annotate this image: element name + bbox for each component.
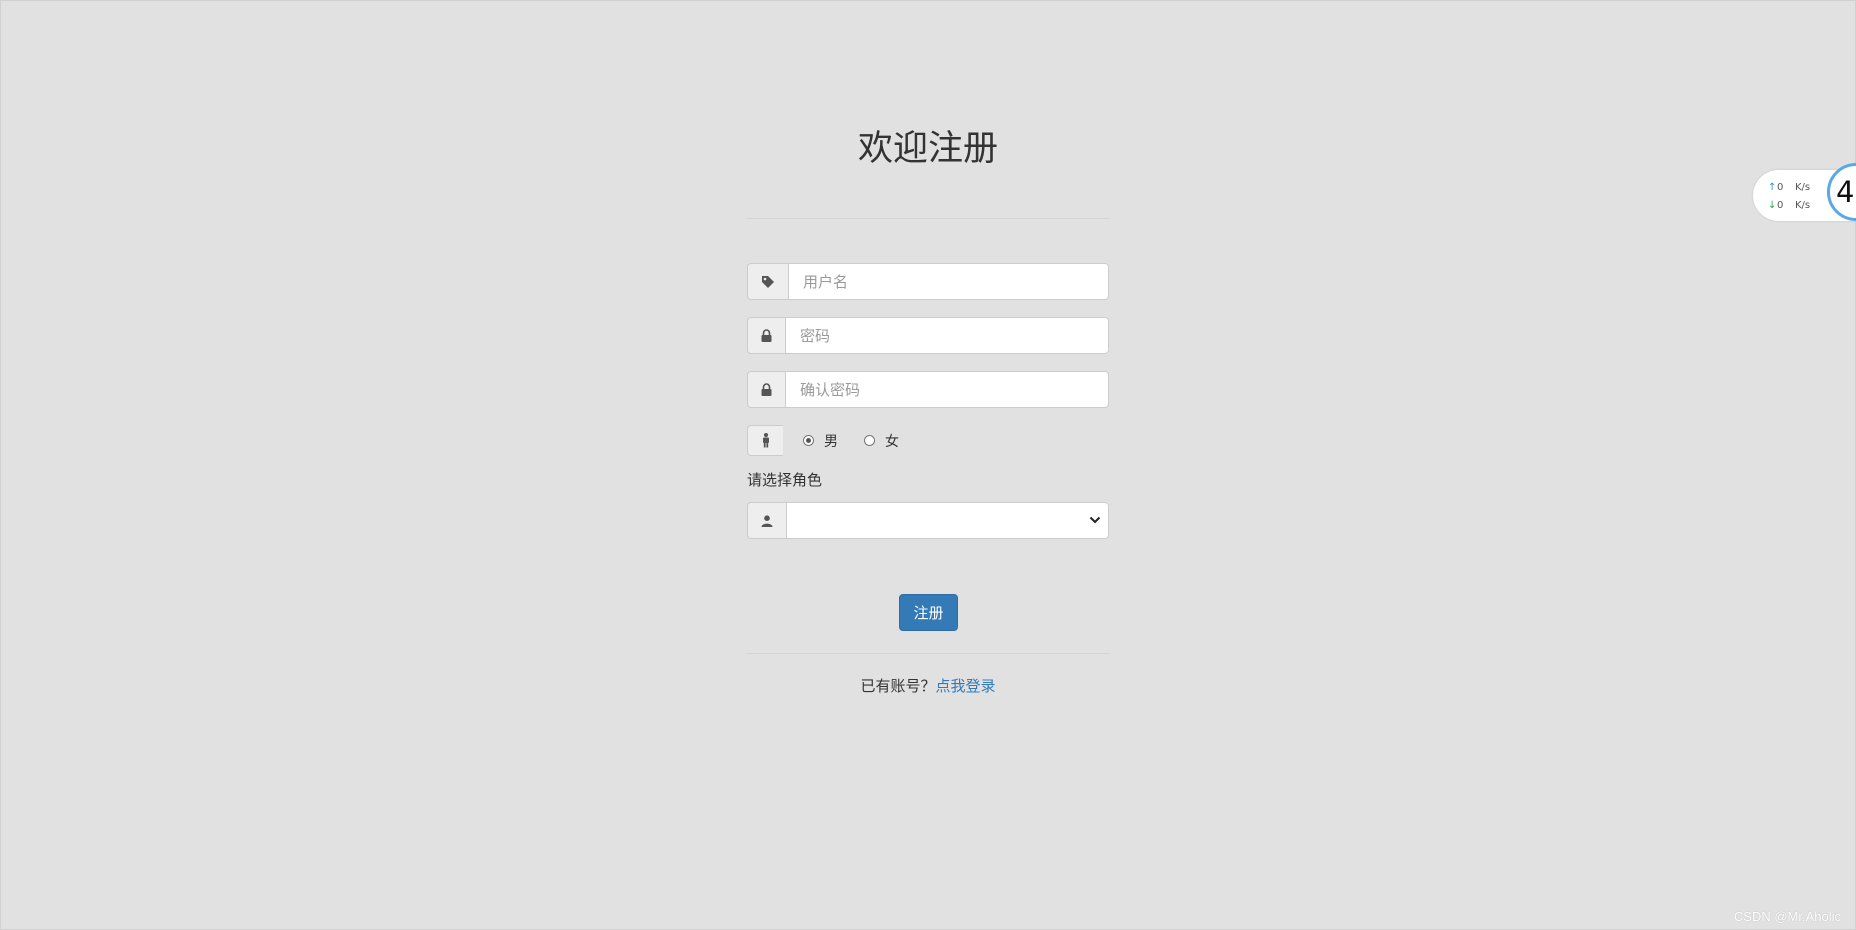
role-select[interactable]: [786, 502, 1109, 539]
download-speed-unit: K/s: [1795, 200, 1811, 211]
person-icon: [747, 425, 783, 456]
bottom-divider: [747, 653, 1109, 654]
username-group: [747, 263, 1109, 300]
page-title: 欢迎注册: [857, 129, 998, 169]
gender-radio-row: 男 女: [783, 425, 925, 456]
page: 欢迎注册 用户名 男 女 请选择角色 注册 已有账号？点我登录 ↑ 0 K/s …: [0, 0, 1856, 930]
user-icon: [747, 502, 786, 539]
confirm-password-group: [747, 371, 1109, 408]
gender-radio-male[interactable]: 男: [803, 431, 838, 451]
login-prompt-text: 已有账号？: [860, 677, 936, 695]
lock-icon: [747, 371, 785, 408]
upload-speed-value: 0: [1777, 182, 1784, 193]
radio-button-male[interactable]: [803, 435, 814, 446]
role-label: 请选择角色: [747, 471, 823, 489]
tag-icon: [747, 263, 788, 300]
login-link[interactable]: 点我登录: [936, 677, 996, 695]
arrow-down-icon: ↓: [1768, 200, 1777, 211]
upload-speed-unit: K/s: [1795, 182, 1811, 193]
password-input[interactable]: [785, 317, 1109, 354]
password-group: [747, 317, 1109, 354]
chevron-down-icon: [1089, 516, 1101, 524]
top-divider: [747, 218, 1109, 219]
confirm-password-input[interactable]: [785, 371, 1109, 408]
memory-usage-value: 41: [1836, 175, 1856, 209]
download-speed: ↓ 0 K/s: [1768, 200, 1810, 212]
download-speed-value: 0: [1777, 200, 1784, 211]
gender-label-female: 女: [885, 433, 899, 450]
login-prompt: 已有账号？点我登录: [747, 676, 1109, 696]
role-group: [747, 502, 1109, 539]
gender-label-male: 男: [824, 433, 838, 450]
upload-speed: ↑ 0 K/s: [1768, 182, 1810, 194]
gender-radio-female[interactable]: 女: [864, 431, 899, 451]
gender-group: 男 女: [747, 425, 1109, 456]
arrow-up-icon: ↑: [1768, 182, 1777, 193]
watermark: CSDN @Mr.Aholic: [1733, 909, 1841, 924]
register-button[interactable]: 注册: [899, 594, 958, 631]
radio-button-female[interactable]: [864, 435, 875, 446]
username-input[interactable]: [788, 263, 1109, 300]
lock-icon: [747, 317, 785, 354]
